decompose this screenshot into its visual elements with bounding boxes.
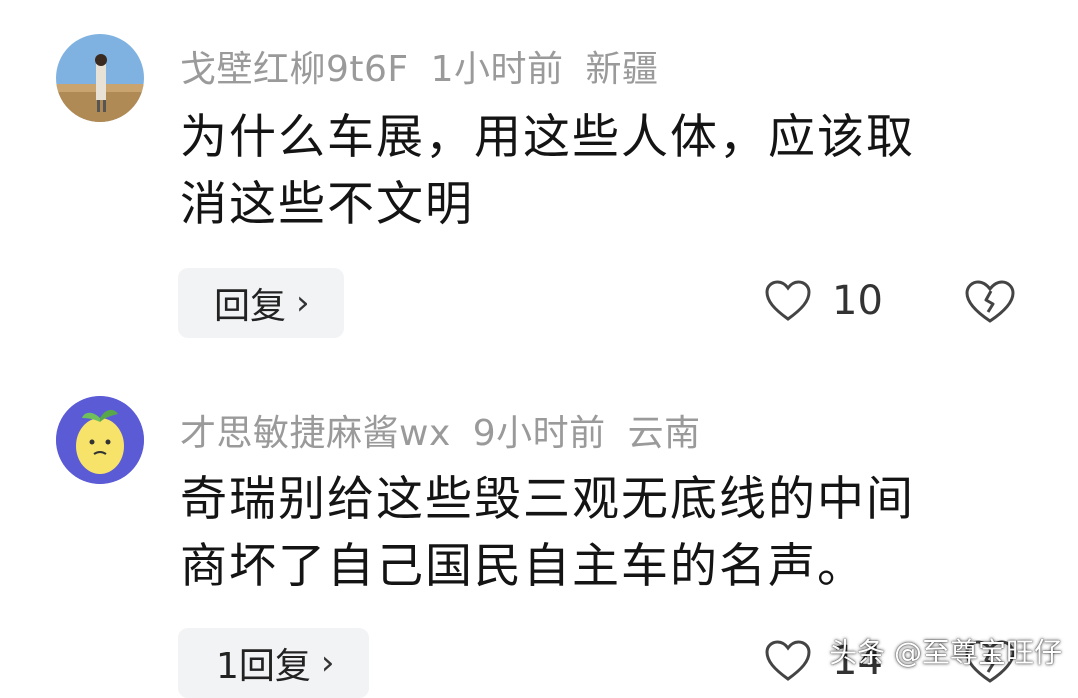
dislike-button[interactable]: [964, 279, 1016, 329]
comment-text-line: 奇瑞别给这些毁三观无底线的中间: [180, 472, 915, 527]
reply-label: 1回复: [216, 646, 311, 687]
comment-text: 为什么车展，用这些人体，应该取 消这些不文明: [180, 104, 1010, 238]
username[interactable]: 才思敏捷麻酱wx: [180, 413, 451, 454]
heart-icon: [765, 640, 811, 681]
avatar-photo: [56, 34, 144, 122]
heart-icon: [765, 280, 811, 321]
comment-meta: 才思敏捷麻酱wx 9小时前 云南: [180, 404, 723, 456]
timestamp: 1小时前: [430, 49, 564, 90]
avatar[interactable]: [56, 396, 144, 484]
like-button[interactable]: 10: [764, 278, 883, 324]
avatar[interactable]: [56, 34, 144, 122]
comment-text-line: 为什么车展，用这些人体，应该取: [180, 110, 915, 165]
timestamp: 9小时前: [472, 413, 606, 454]
reply-button[interactable]: 1回复 ›: [178, 628, 369, 698]
location: 云南: [627, 413, 701, 454]
comment-meta: 戈壁红柳9t6F 1小时前 新疆: [180, 40, 681, 92]
location: 新疆: [585, 49, 659, 90]
reply-label: 回复: [214, 286, 287, 327]
reply-button[interactable]: 回复 ›: [178, 268, 344, 338]
lemon-avatar-icon: [56, 396, 144, 484]
broken-heart-icon: [965, 280, 1015, 323]
comment-text-line: 消这些不文明: [180, 177, 474, 232]
watermark: 头条 @至尊宝旺仔: [829, 636, 1062, 669]
comment-text-line: 商坏了自己国民自主车的名声。: [180, 539, 866, 594]
like-count: 10: [832, 278, 883, 324]
chevron-right-icon: ›: [296, 283, 310, 323]
comment-text: 奇瑞别给这些毁三观无底线的中间 商坏了自己国民自主车的名声。: [180, 466, 1010, 600]
chevron-right-icon: ›: [320, 643, 335, 683]
username[interactable]: 戈壁红柳9t6F: [180, 49, 409, 90]
